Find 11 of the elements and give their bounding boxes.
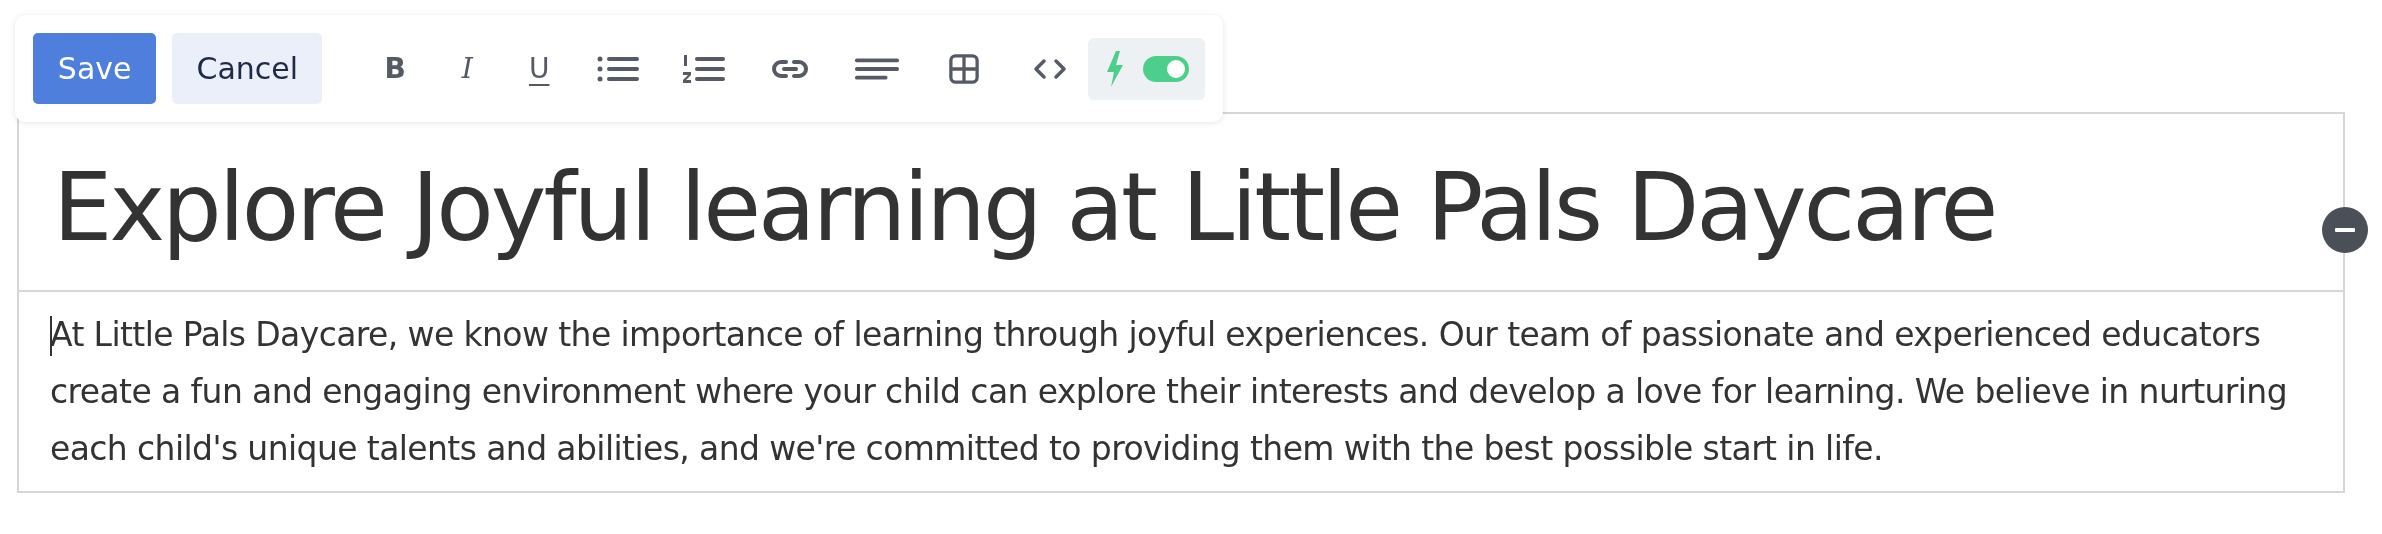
body-paragraph[interactable]: At Little Pals Daycare, we know the importance of learning through joyful experiences. Our team of passionate and experienced educators create a fun and engaging environment where your child can explore their interests and develop a love for learning. We believe in nurturing each child's unique talents and abilities, and we're committed to providing them with the best possible start in life. <box>50 306 2303 477</box>
lightning-icon <box>1104 50 1125 87</box>
page-title[interactable]: Explore Joyful learning at Little Pals Daycare <box>53 152 1996 262</box>
numbered-list-icon[interactable] <box>682 53 727 84</box>
cancel-button[interactable]: Cancel <box>172 33 323 104</box>
save-button[interactable]: Save <box>33 33 157 104</box>
toggle-switch[interactable] <box>1142 55 1189 82</box>
italic-button[interactable]: I <box>452 48 483 89</box>
bold-button[interactable]: B <box>380 48 411 89</box>
underline-button[interactable]: U <box>524 48 555 89</box>
remove-icon[interactable] <box>2321 206 2369 254</box>
